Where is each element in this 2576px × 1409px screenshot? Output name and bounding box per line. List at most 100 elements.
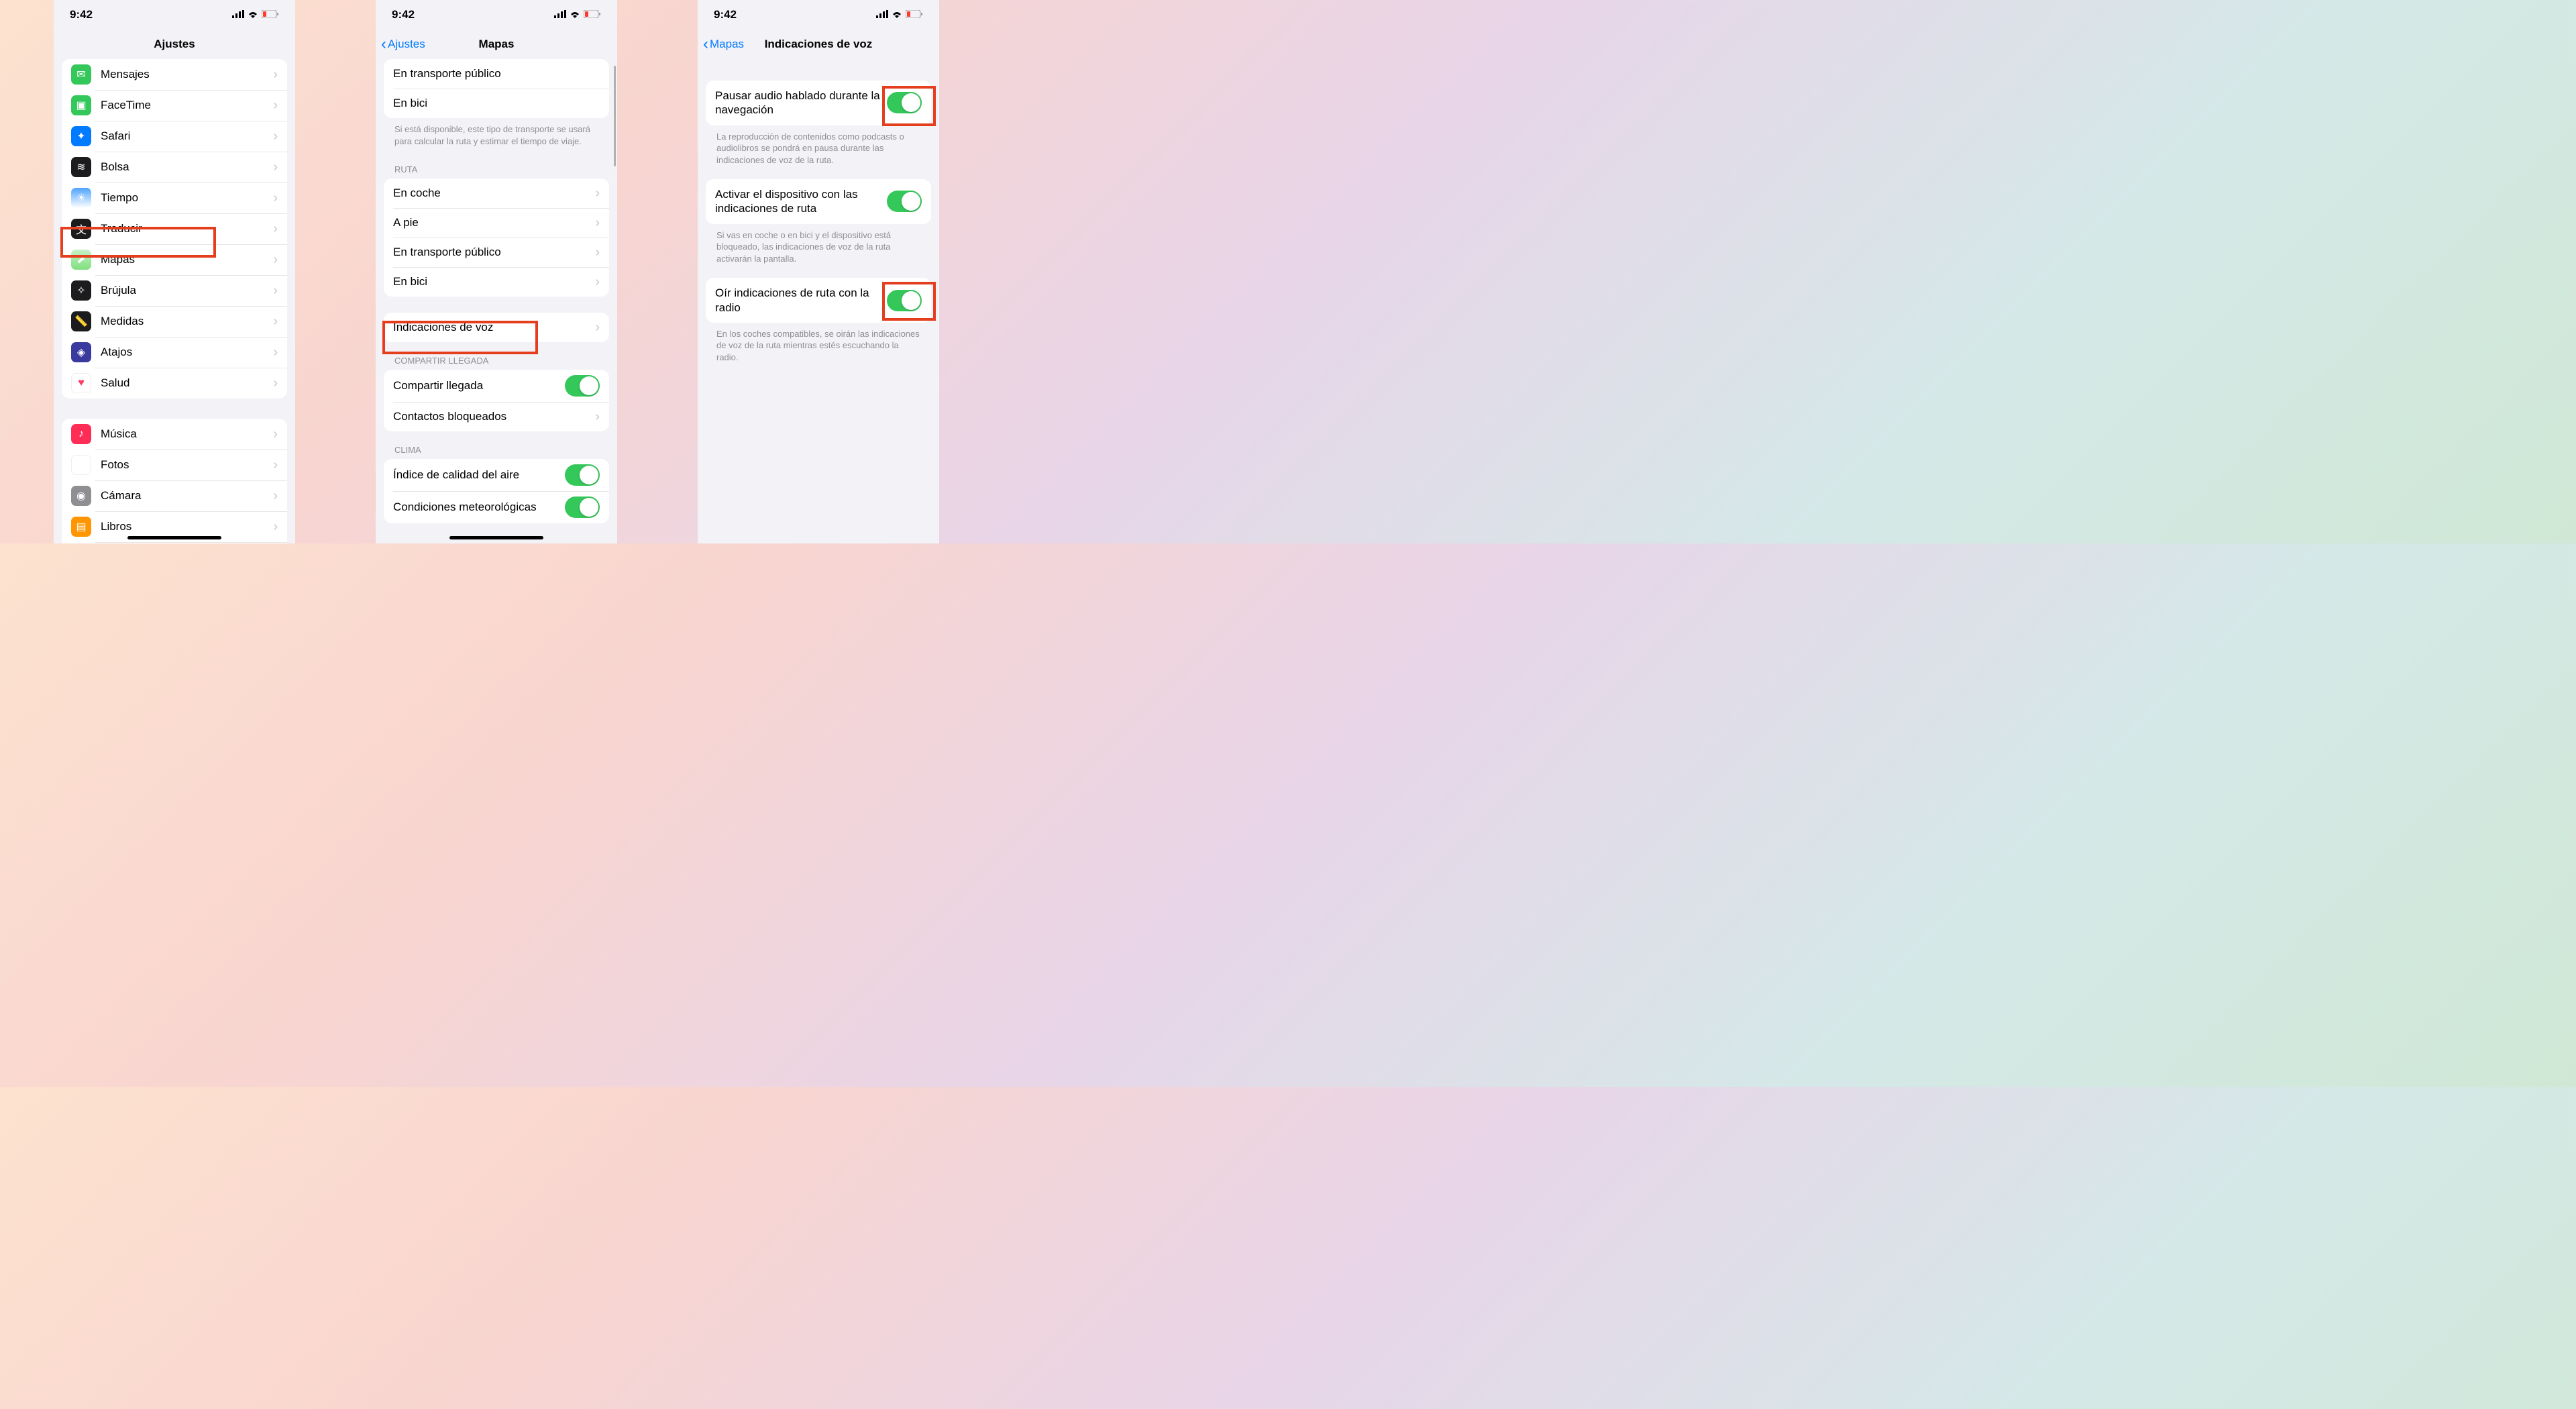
chevron-icon: › <box>273 314 278 329</box>
row-en-coche[interactable]: En coche› <box>384 178 609 208</box>
books-icon: ▤ <box>71 517 91 537</box>
row-indicaciones-voz[interactable]: Indicaciones de voz› <box>384 313 609 342</box>
row-calidad-aire[interactable]: Índice de calidad del aire <box>384 459 609 491</box>
row-activar-dispositivo[interactable]: Activar el dispositivo con las indicacio… <box>706 179 931 224</box>
chevron-icon: › <box>273 252 278 268</box>
foot-radio: En los coches compatibles, se oirán las … <box>698 323 939 368</box>
row-atajos[interactable]: ◈Atajos› <box>62 337 287 368</box>
toggle-pausar-audio[interactable] <box>887 92 922 113</box>
status-icons <box>232 8 279 21</box>
weather-icon: ☀︎ <box>71 188 91 208</box>
row-mapas[interactable]: ⬈Mapas› <box>62 244 287 275</box>
row-contactos-bloqueados[interactable]: Contactos bloqueados› <box>384 402 609 431</box>
chevron-icon: › <box>273 221 278 237</box>
row-brujula[interactable]: ✧Brújula› <box>62 275 287 306</box>
chevron-icon: › <box>273 191 278 206</box>
mapas-list[interactable]: En transporte público En bici Si está di… <box>376 59 617 543</box>
back-label: Mapas <box>710 38 744 51</box>
row-camara[interactable]: ◉Cámara› <box>62 480 287 511</box>
chevron-icon: › <box>595 409 600 425</box>
phone-screen-ajustes: 9:42 Ajustes ✉︎Mensajes› ▣FaceTime› ✦Saf… <box>54 0 295 543</box>
camera-icon: ◉ <box>71 486 91 506</box>
chevron-icon: › <box>595 320 600 335</box>
row-a-pie[interactable]: A pie› <box>384 208 609 238</box>
wifi-icon <box>569 8 581 21</box>
chevron-icon: › <box>595 274 600 290</box>
phone-screen-mapas: 9:42 ‹ Ajustes Mapas En transporte públi… <box>376 0 617 543</box>
home-indicator[interactable] <box>127 536 221 539</box>
foot-activar: Si vas en coche o en bici y el dispositi… <box>698 224 939 269</box>
page-title: Indicaciones de voz <box>765 38 873 51</box>
toggle-meteo[interactable] <box>565 497 600 518</box>
chevron-icon: › <box>273 376 278 391</box>
chevron-icon: › <box>273 283 278 299</box>
scrollbar[interactable] <box>614 66 616 166</box>
photos-icon: ❀ <box>71 455 91 475</box>
voz-list[interactable]: Pausar audio hablado durante la navegaci… <box>698 59 939 543</box>
toggle-oir-radio[interactable] <box>887 290 922 311</box>
wifi-icon <box>891 8 903 21</box>
health-icon: ♥︎ <box>71 373 91 393</box>
home-indicator[interactable] <box>449 536 543 539</box>
row-en-bici[interactable]: En bici <box>384 89 609 118</box>
wifi-icon <box>247 8 259 21</box>
nav-bar: ‹ Ajustes Mapas <box>376 30 617 59</box>
phone-screen-indicaciones-voz: 9:42 ‹ Mapas Indicaciones de voz Pausar … <box>698 0 939 543</box>
row-mensajes[interactable]: ✉︎Mensajes› <box>62 59 287 90</box>
chevron-icon: › <box>273 427 278 442</box>
row-compartir-llegada[interactable]: Compartir llegada <box>384 370 609 402</box>
compass-icon: ✧ <box>71 280 91 301</box>
battery-icon <box>906 8 923 21</box>
toggle-activar-dispositivo[interactable] <box>887 191 922 212</box>
chevron-icon: › <box>273 98 278 113</box>
clima-header: CLIMA <box>376 441 617 459</box>
toggle-compartir[interactable] <box>565 375 600 397</box>
row-en-bici-ruta[interactable]: En bici› <box>384 267 609 297</box>
chevron-icon: › <box>273 519 278 535</box>
status-bar: 9:42 <box>54 0 295 30</box>
transport-footer: Si está disponible, este tipo de transpo… <box>376 118 617 151</box>
chevron-icon: › <box>273 458 278 473</box>
nav-bar: Ajustes <box>54 30 295 59</box>
toggle-aire[interactable] <box>565 464 600 486</box>
chevron-left-icon: ‹ <box>381 35 386 54</box>
row-salud[interactable]: ♥︎Salud› <box>62 368 287 399</box>
page-title: Ajustes <box>154 38 195 51</box>
row-musica[interactable]: ♪Música› <box>62 419 287 450</box>
row-oir-radio[interactable]: Oír indicaciones de ruta con la radio <box>706 278 931 323</box>
chevron-icon: › <box>595 245 600 260</box>
foot-pausar: La reproducción de contenidos como podca… <box>698 125 939 170</box>
chevron-icon: › <box>595 186 600 201</box>
row-transporte-publico-ruta[interactable]: En transporte público› <box>384 238 609 267</box>
nav-bar: ‹ Mapas Indicaciones de voz <box>698 30 939 59</box>
share-header: COMPARTIR LLEGADA <box>376 352 617 370</box>
row-medidas[interactable]: 📏Medidas› <box>62 306 287 337</box>
row-fotos[interactable]: ❀Fotos› <box>62 450 287 480</box>
page-title: Mapas <box>479 38 515 51</box>
row-facetime[interactable]: ▣FaceTime› <box>62 90 287 121</box>
signal-icon <box>554 8 566 21</box>
back-button[interactable]: ‹ Ajustes <box>381 35 425 54</box>
stocks-icon: ≋ <box>71 157 91 177</box>
back-button[interactable]: ‹ Mapas <box>703 35 744 54</box>
row-transporte-publico[interactable]: En transporte público <box>384 59 609 89</box>
status-time: 9:42 <box>714 8 737 21</box>
row-condiciones-meteo[interactable]: Condiciones meteorológicas <box>384 491 609 523</box>
settings-list[interactable]: ✉︎Mensajes› ▣FaceTime› ✦Safari› ≋Bolsa› … <box>54 59 295 543</box>
row-bolsa[interactable]: ≋Bolsa› <box>62 152 287 182</box>
status-icons <box>876 8 923 21</box>
maps-icon: ⬈ <box>71 250 91 270</box>
chevron-icon: › <box>595 215 600 231</box>
row-tiempo[interactable]: ☀︎Tiempo› <box>62 182 287 213</box>
status-bar: 9:42 <box>698 0 939 30</box>
row-podcasts[interactable]: ◎Podcasts› <box>62 542 287 543</box>
chevron-icon: › <box>273 488 278 504</box>
row-pausar-audio[interactable]: Pausar audio hablado durante la navegaci… <box>706 81 931 125</box>
signal-icon <box>876 8 888 21</box>
measure-icon: 📏 <box>71 311 91 331</box>
translate-icon: 文 <box>71 219 91 239</box>
chevron-icon: › <box>273 129 278 144</box>
battery-icon <box>584 8 601 21</box>
row-safari[interactable]: ✦Safari› <box>62 121 287 152</box>
row-traducir[interactable]: 文Traducir› <box>62 213 287 244</box>
